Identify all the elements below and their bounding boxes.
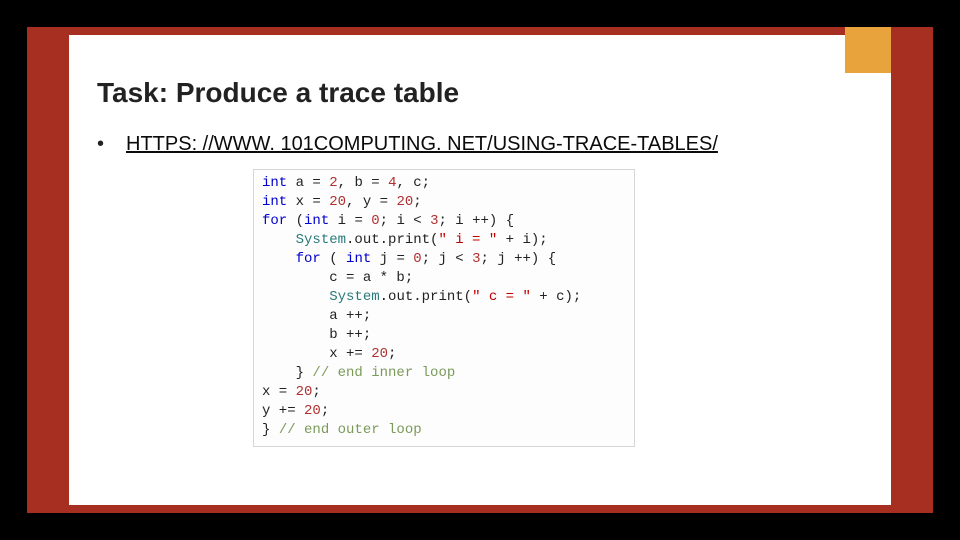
bullet-marker-icon: •: [97, 131, 104, 157]
code-snippet: int a = 2, b = 4, c; int x = 20, y = 20;…: [253, 169, 635, 447]
slide-title: Task: Produce a trace table: [97, 77, 459, 109]
slide-body: Task: Produce a trace table • HTTPS: //W…: [69, 35, 891, 505]
bullet-row: • HTTPS: //WWW. 101COMPUTING. NET/USING-…: [97, 131, 867, 157]
slide-frame: Task: Produce a trace table • HTTPS: //W…: [27, 27, 933, 513]
reference-link[interactable]: HTTPS: //WWW. 101COMPUTING. NET/USING-TR…: [126, 131, 718, 157]
accent-square: [845, 27, 891, 73]
